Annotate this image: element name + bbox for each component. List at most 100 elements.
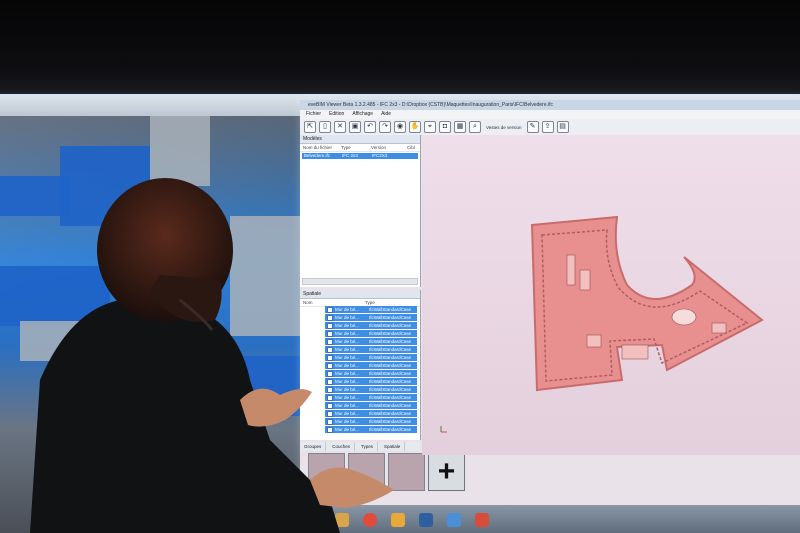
item-type: IfcWallStandardCase [369,339,412,344]
checkbox[interactable] [327,322,333,329]
redo-icon[interactable]: ↷ [379,121,391,133]
item-type: IfcWallStandardCase [369,379,412,384]
spatial-list-item[interactable]: Mur de bé... IfcWallStandardCase [325,362,417,369]
spatial-list-item[interactable]: Mur de bé... IfcWallStandardCase [325,338,417,345]
select-icon[interactable]: ⇱ [304,121,316,133]
tab-groupes[interactable]: Groupes [300,442,327,451]
checkbox[interactable] [327,362,333,369]
checkbox[interactable] [327,314,333,321]
item-name: Mur de bé... [335,379,360,384]
tab-couches[interactable]: Couches [328,442,356,451]
col-type[interactable]: Type [341,144,371,151]
checkbox[interactable] [327,386,333,393]
models-scrollbar[interactable] [302,278,418,285]
item-name: Mur de bé... [335,371,360,376]
spatial-list-item[interactable]: Mur de bé... IfcWallStandardCase [325,418,417,425]
spatial-list-item[interactable]: Mur de bé... IfcWallStandardCase [325,322,417,329]
3d-viewport[interactable] [422,135,800,455]
col-filename[interactable]: Nom du fichier [303,144,341,151]
spatial-list-item[interactable]: Mur de bé... IfcWallStandardCase [325,330,417,337]
item-name: Mur de bé... [335,323,360,328]
save-icon[interactable]: ▣ [349,121,361,133]
tab-types[interactable]: Types [357,442,379,451]
thumbnail-view[interactable] [348,453,385,491]
checkbox[interactable] [327,354,333,361]
item-name: Mur de bé... [335,315,360,320]
checkbox[interactable] [327,426,333,433]
item-name: Mur de bé... [335,339,360,344]
dark-ceiling [0,0,800,95]
share-icon[interactable]: ⇪ [541,121,554,133]
checkbox[interactable] [327,330,333,337]
item-name: Mur de bé... [335,395,360,400]
folder-icon[interactable] [335,513,349,527]
spatial-panel-header: Spatiale [300,290,420,299]
pin-icon[interactable]: ⌖ [424,121,436,133]
spatial-list-item[interactable]: Mur de bé... IfcWallStandardCase [325,378,417,385]
checkbox[interactable] [327,370,333,377]
chrome-icon[interactable] [363,513,377,527]
eye-icon[interactable]: ◉ [394,121,406,133]
item-name: Mur de bé... [335,427,360,432]
menu-bar: Fichier Edition Affichage Aide [300,110,800,119]
pencil-icon[interactable]: ✎ [526,121,539,133]
spatial-list-item[interactable]: Mur de bé... IfcWallStandardCase [325,426,417,433]
menu-fichier[interactable]: Fichier [306,110,321,119]
document-icon[interactable]: ▯ [319,121,331,133]
menu-edition[interactable]: Edition [329,110,344,119]
spatial-list-item[interactable]: Mur de bé... IfcWallStandardCase [325,386,417,393]
thumbnail-view[interactable] [308,453,345,491]
pdf-icon[interactable] [475,513,489,527]
city-3d-background [0,116,320,533]
photo-scene: eveBIM Viewer Beta 1.3.2.485 - IFC 2x3 -… [0,0,800,533]
tab-spatiale[interactable]: Spatiale [380,442,406,451]
layout-icon[interactable]: ▤ [556,121,569,133]
model-name: Belvedere.ifc [304,153,331,158]
item-type: IfcWallStandardCase [369,307,412,312]
model-row[interactable]: Belvedere.ifc IFC 2x3 IFC2X3 [302,153,418,159]
checkbox[interactable] [327,378,333,385]
spatial-list-item[interactable]: Mur de bé... IfcWallStandardCase [325,346,417,353]
menu-affichage[interactable]: Affichage [352,110,373,119]
toolbar: ⇱ ▯ ✕ ▣ ↶ ↷ ◉ ✋ ⌖ ◘ ▦ ⌕ Vestes de versio… [300,119,800,136]
col-cible[interactable]: Cibl [407,144,415,151]
hand-icon[interactable]: ✋ [409,121,421,133]
search-icon[interactable]: ⌕ [469,121,481,133]
checkbox[interactable] [327,394,333,401]
close-icon[interactable]: ✕ [334,121,346,133]
checkbox[interactable] [327,306,333,313]
item-name: Mur de bé... [335,387,360,392]
menu-aide[interactable]: Aide [381,110,391,119]
checkbox[interactable] [327,338,333,345]
app-icon[interactable] [447,513,461,527]
checkbox[interactable] [327,346,333,353]
grid-icon[interactable]: ▦ [454,121,466,133]
spatial-list-item[interactable]: Mur de bé... IfcWallStandardCase [325,410,417,417]
item-type: IfcWallStandardCase [369,331,412,336]
thumbnail-view[interactable] [388,453,425,491]
undo-icon[interactable]: ↶ [364,121,376,133]
item-type: IfcWallStandardCase [369,347,412,352]
version-label: Vestes de version [486,124,522,130]
checkbox[interactable] [327,410,333,417]
spatial-list-item[interactable]: Mur de bé... IfcWallStandardCase [325,402,417,409]
spatial-list-item[interactable]: Mur de bé... IfcWallStandardCase [325,394,417,401]
app-icon[interactable] [391,513,405,527]
checkbox[interactable] [327,402,333,409]
item-type: IfcWallStandardCase [369,315,412,320]
item-name: Mur de bé... [335,307,360,312]
spatial-list-item[interactable]: Mur de bé... IfcWallStandardCase [325,314,417,321]
col-version[interactable]: Version [371,144,407,151]
models-panel-header: Modèles [300,135,420,144]
col-type-spatial[interactable]: Type [365,299,375,306]
app-icon[interactable] [419,513,433,527]
checkbox[interactable] [327,418,333,425]
col-nom[interactable]: Nom [303,299,365,306]
add-view-button[interactable]: + [428,453,465,491]
spatial-list-item[interactable]: Mur de bé... IfcWallStandardCase [325,370,417,377]
evebim-viewer-window: eveBIM Viewer Beta 1.3.2.485 - IFC 2x3 -… [300,100,800,530]
camera-icon[interactable]: ◘ [439,121,451,133]
spatial-list-item[interactable]: Mur de bé... IfcWallStandardCase [325,306,417,313]
models-columns: Nom du fichier Type Version Cibl [300,144,420,152]
spatial-list-item[interactable]: Mur de bé... IfcWallStandardCase [325,354,417,361]
